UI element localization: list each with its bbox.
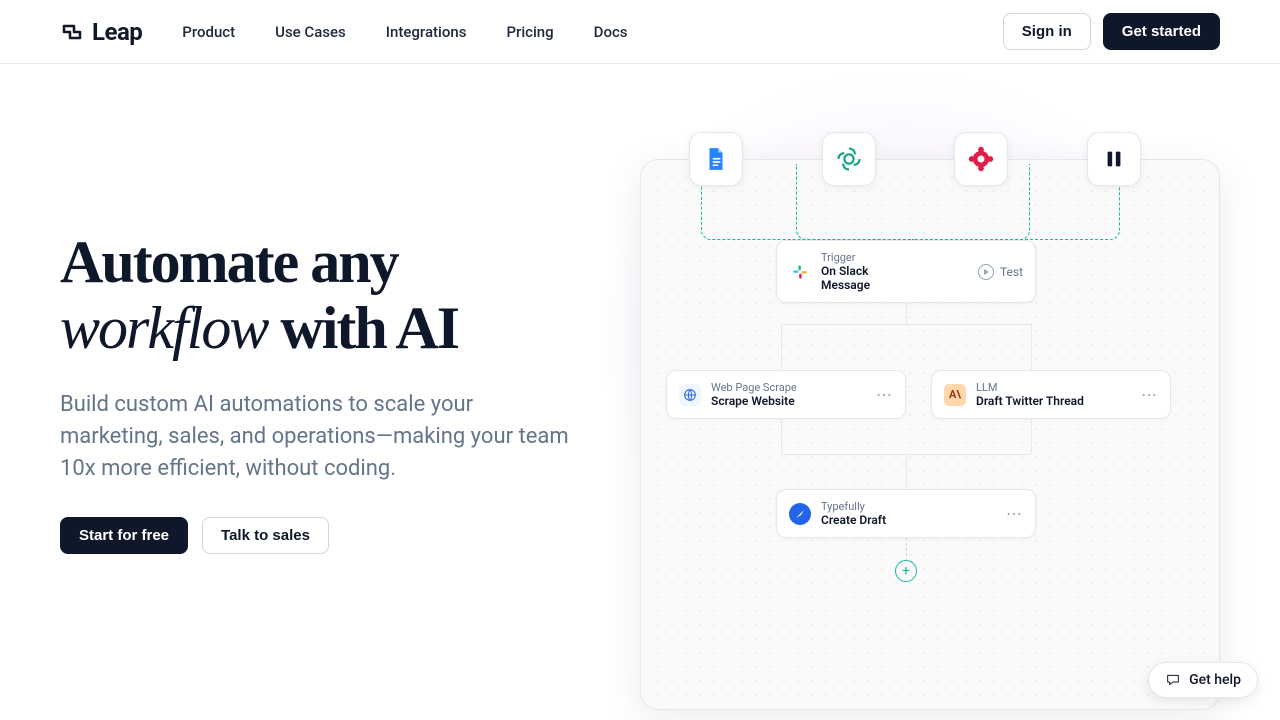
add-node-button[interactable]: +: [895, 560, 917, 582]
test-label: Test: [1000, 265, 1023, 279]
google-doc-icon: [689, 132, 743, 186]
node-action: Scrape Website: [711, 394, 797, 408]
globe-icon: [679, 384, 701, 406]
anthropic-icon: A\: [944, 384, 966, 406]
nav-product[interactable]: Product: [182, 23, 235, 41]
talk-to-sales-button[interactable]: Talk to sales: [202, 517, 329, 554]
hero-title-line1: Automate any: [60, 229, 398, 295]
hero-illustration: Trigger On Slack Message Test Web Page S…: [600, 64, 1220, 720]
hero-subtitle: Build custom AI automations to scale you…: [60, 389, 580, 485]
red-hub-icon: [954, 132, 1008, 186]
get-help-button[interactable]: Get help: [1148, 662, 1258, 698]
brand-name: Leap: [92, 18, 142, 46]
nav-docs[interactable]: Docs: [594, 23, 628, 41]
hero-copy: Automate any workflow with AI Build cust…: [60, 64, 600, 720]
node-action: Draft Twitter Thread: [976, 394, 1084, 408]
get-started-button[interactable]: Get started: [1103, 13, 1220, 50]
typefully-icon: [789, 503, 811, 525]
more-icon[interactable]: ⋯: [864, 385, 893, 404]
hero-section: Automate any workflow with AI Build cust…: [0, 64, 1280, 720]
primary-nav: Product Use Cases Integrations Pricing D…: [182, 23, 627, 41]
hero-title: Automate any workflow with AI: [60, 229, 600, 361]
hero-actions: Start for free Talk to sales: [60, 517, 600, 554]
nav-use-cases[interactable]: Use Cases: [275, 23, 346, 41]
start-free-button[interactable]: Start for free: [60, 517, 188, 554]
node-action: On Slack Message: [821, 264, 908, 292]
play-icon: [978, 264, 994, 280]
workflow-node-typefully[interactable]: Typefully Create Draft ⋯: [776, 489, 1036, 538]
header-actions: Sign in Get started: [1003, 13, 1220, 50]
pause-icon: [1087, 132, 1141, 186]
hero-title-line2: with AI: [267, 295, 458, 361]
node-label: Trigger: [821, 251, 908, 264]
openai-icon: [822, 132, 876, 186]
help-label: Get help: [1189, 672, 1241, 688]
node-action: Create Draft: [821, 513, 886, 527]
slack-icon: [789, 261, 811, 283]
nav-pricing[interactable]: Pricing: [506, 23, 553, 41]
leap-logo-icon: [60, 20, 84, 44]
node-label: Web Page Scrape: [711, 381, 797, 394]
brand-logo[interactable]: Leap: [60, 18, 142, 46]
hero-title-italic: workflow: [60, 295, 267, 361]
workflow-node-scrape[interactable]: Web Page Scrape Scrape Website ⋯: [666, 370, 906, 419]
more-icon[interactable]: ⋯: [1129, 385, 1158, 404]
node-label: Typefully: [821, 500, 886, 513]
nav-integrations[interactable]: Integrations: [386, 23, 467, 41]
workflow-node-trigger[interactable]: Trigger On Slack Message Test: [776, 240, 1036, 303]
site-header: Leap Product Use Cases Integrations Pric…: [0, 0, 1280, 64]
workflow-canvas: Trigger On Slack Message Test Web Page S…: [640, 159, 1220, 710]
chat-icon: [1165, 672, 1181, 688]
signin-button[interactable]: Sign in: [1003, 13, 1091, 50]
workflow-node-llm[interactable]: A\ LLM Draft Twitter Thread ⋯: [931, 370, 1171, 419]
node-label: LLM: [976, 381, 1084, 394]
more-icon[interactable]: ⋯: [994, 504, 1023, 523]
test-button[interactable]: Test: [978, 264, 1023, 280]
